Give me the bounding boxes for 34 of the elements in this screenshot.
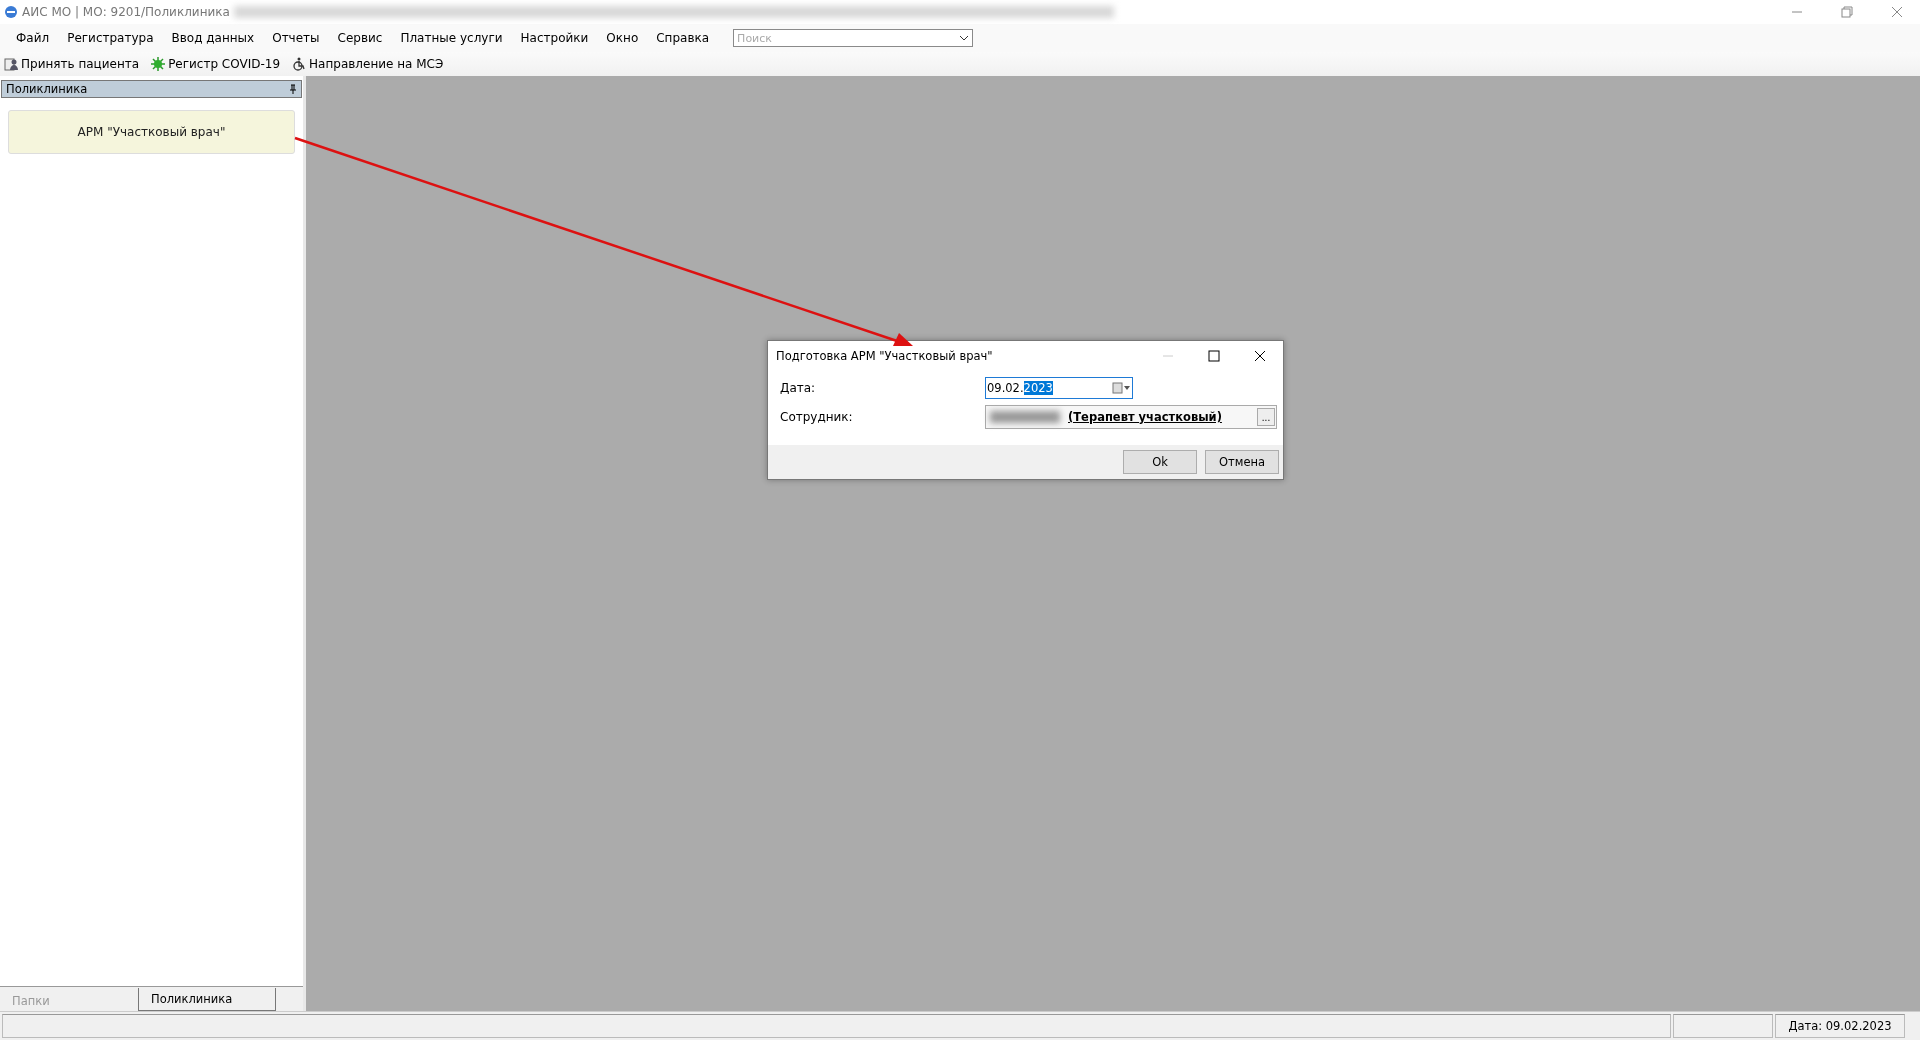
menu-item[interactable]: Сервис xyxy=(329,28,391,48)
workspace-item[interactable]: АРМ "Участковый врач" xyxy=(8,110,295,154)
menu-item[interactable]: Файл xyxy=(8,28,58,48)
window-title: АИС МО | МО: 9201/Поликлиника xyxy=(22,5,230,19)
dialog-button[interactable]: Ok xyxy=(1123,450,1197,474)
toolbar-button[interactable]: Регистр COVID-19 xyxy=(149,57,283,71)
browse-button[interactable]: ... xyxy=(1257,408,1275,426)
pin-icon[interactable] xyxy=(289,84,297,94)
employee-field[interactable]: (Терапевт участковый) ... xyxy=(985,405,1277,429)
maximize-icon[interactable] xyxy=(1208,350,1220,362)
menu-item[interactable]: Настройки xyxy=(512,28,597,48)
menu-item[interactable]: Окно xyxy=(598,28,647,48)
user-card-icon xyxy=(4,57,18,71)
date-label: Дата: xyxy=(780,381,817,395)
panel-title: Поликлиника xyxy=(6,82,88,96)
menu-item[interactable]: Справка xyxy=(648,28,718,48)
menu-item[interactable]: Регистратура xyxy=(59,28,162,48)
menu-item[interactable]: Ввод данных xyxy=(163,28,263,48)
toolbar-button[interactable]: Направление на МСЭ xyxy=(290,57,446,71)
wheelchair-icon xyxy=(292,57,307,71)
close-icon[interactable] xyxy=(1254,350,1266,362)
menu-item[interactable]: Платные услуги xyxy=(392,28,511,48)
menu-item[interactable]: Отчеты xyxy=(264,28,328,48)
date-field[interactable]: 09.02.2023 xyxy=(985,377,1133,399)
calendar-dropdown-icon[interactable] xyxy=(1112,382,1132,394)
blurred-text xyxy=(990,411,1060,423)
app-icon xyxy=(4,5,18,19)
status-date: Дата: 09.02.2023 xyxy=(1788,1019,1892,1033)
dialog-button[interactable]: Отмена xyxy=(1205,450,1279,474)
employee-label: Сотрудник: xyxy=(780,410,854,424)
panel-tab[interactable]: Поликлиника xyxy=(138,988,276,1011)
dialog-title: Подготовка АРМ "Участковый врач" xyxy=(776,349,993,363)
virus-icon xyxy=(151,57,166,71)
toolbar-button[interactable]: Принять пациента xyxy=(2,57,142,71)
